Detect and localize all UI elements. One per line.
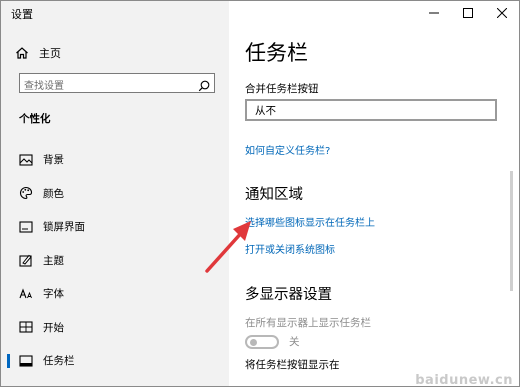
page-title: 任务栏 [245,41,308,65]
app-title: 设置 [11,8,33,21]
window-controls [417,1,519,29]
toggle-switch[interactable] [245,334,279,349]
sidebar-item-background[interactable]: 背景 [1,143,229,177]
sidebar-item-colors[interactable]: 颜色 [1,177,229,211]
home-label: 主页 [39,47,61,60]
maximize-icon[interactable] [451,1,485,25]
sidebar-item-taskbar[interactable]: 任务栏 [1,344,229,378]
sidebar-item-fonts[interactable]: 字体 [1,277,229,311]
home-link[interactable]: 主页 [15,45,61,61]
sidebar-item-start[interactable]: 开始 [1,311,229,345]
taskbar-buttons-display-label: 将任务栏按钮显示在 [245,359,340,371]
sidebar-item-lock-screen[interactable]: 锁屏界面 [1,210,229,244]
multi-display-heading: 多显示器设置 [245,287,332,303]
close-icon[interactable] [485,1,519,25]
notification-area-heading: 通知区域 [245,187,303,203]
settings-window: 设置 主页 个性化 背景 [0,0,520,387]
start-icon [19,320,33,334]
minimize-icon[interactable] [417,1,451,25]
scrollbar[interactable] [510,171,513,291]
sidebar-item-themes[interactable]: 主题 [1,244,229,278]
sidebar-item-label: 锁屏界面 [43,221,85,234]
select-icons-link[interactable]: 选择哪些图标显示在任务栏上 [245,214,375,229]
sidebar-nav: 背景 颜色 锁屏界面 主题 字体 开始 任务栏 [1,143,229,378]
search-box[interactable] [19,73,215,96]
sidebar-item-label: 颜色 [43,187,64,200]
show-taskbar-all-displays-label: 在所有显示器上显示任务栏 [245,317,371,329]
toggle-state: 关 [289,336,300,348]
search-icon[interactable] [198,77,210,92]
image-icon [19,153,33,167]
palette-icon [19,186,33,200]
theme-icon [19,253,33,267]
sidebar-item-label: 背景 [43,154,64,167]
sidebar-item-label: 主题 [43,254,64,267]
sidebar-item-label: 开始 [43,321,64,334]
search-input[interactable] [20,77,198,96]
toggle-knob [250,338,257,346]
sidebar-item-label: 字体 [43,288,64,301]
sidebar-item-label: 任务栏 [43,355,75,368]
combine-buttons-label: 合并任务栏按钮 [245,83,319,95]
main-panel: 任务栏 合并任务栏按钮 从不 如何自定义任务栏? 通知区域 选择哪些图标显示在任… [229,1,519,386]
system-icons-link[interactable]: 打开或关闭系统图标 [245,241,335,256]
watermark: baidunew.cn [415,373,513,387]
taskbar-icon [19,354,33,368]
font-icon [19,287,33,301]
customize-taskbar-link[interactable]: 如何自定义任务栏? [245,142,330,157]
show-taskbar-all-displays-toggle[interactable]: 关 [245,334,300,349]
home-icon [15,46,29,60]
lock-screen-icon [19,220,33,234]
combine-buttons-dropdown[interactable]: 从不 [245,99,497,121]
sidebar: 设置 主页 个性化 背景 [1,1,229,386]
dropdown-value: 从不 [255,104,276,117]
section-title: 个性化 [19,113,51,125]
